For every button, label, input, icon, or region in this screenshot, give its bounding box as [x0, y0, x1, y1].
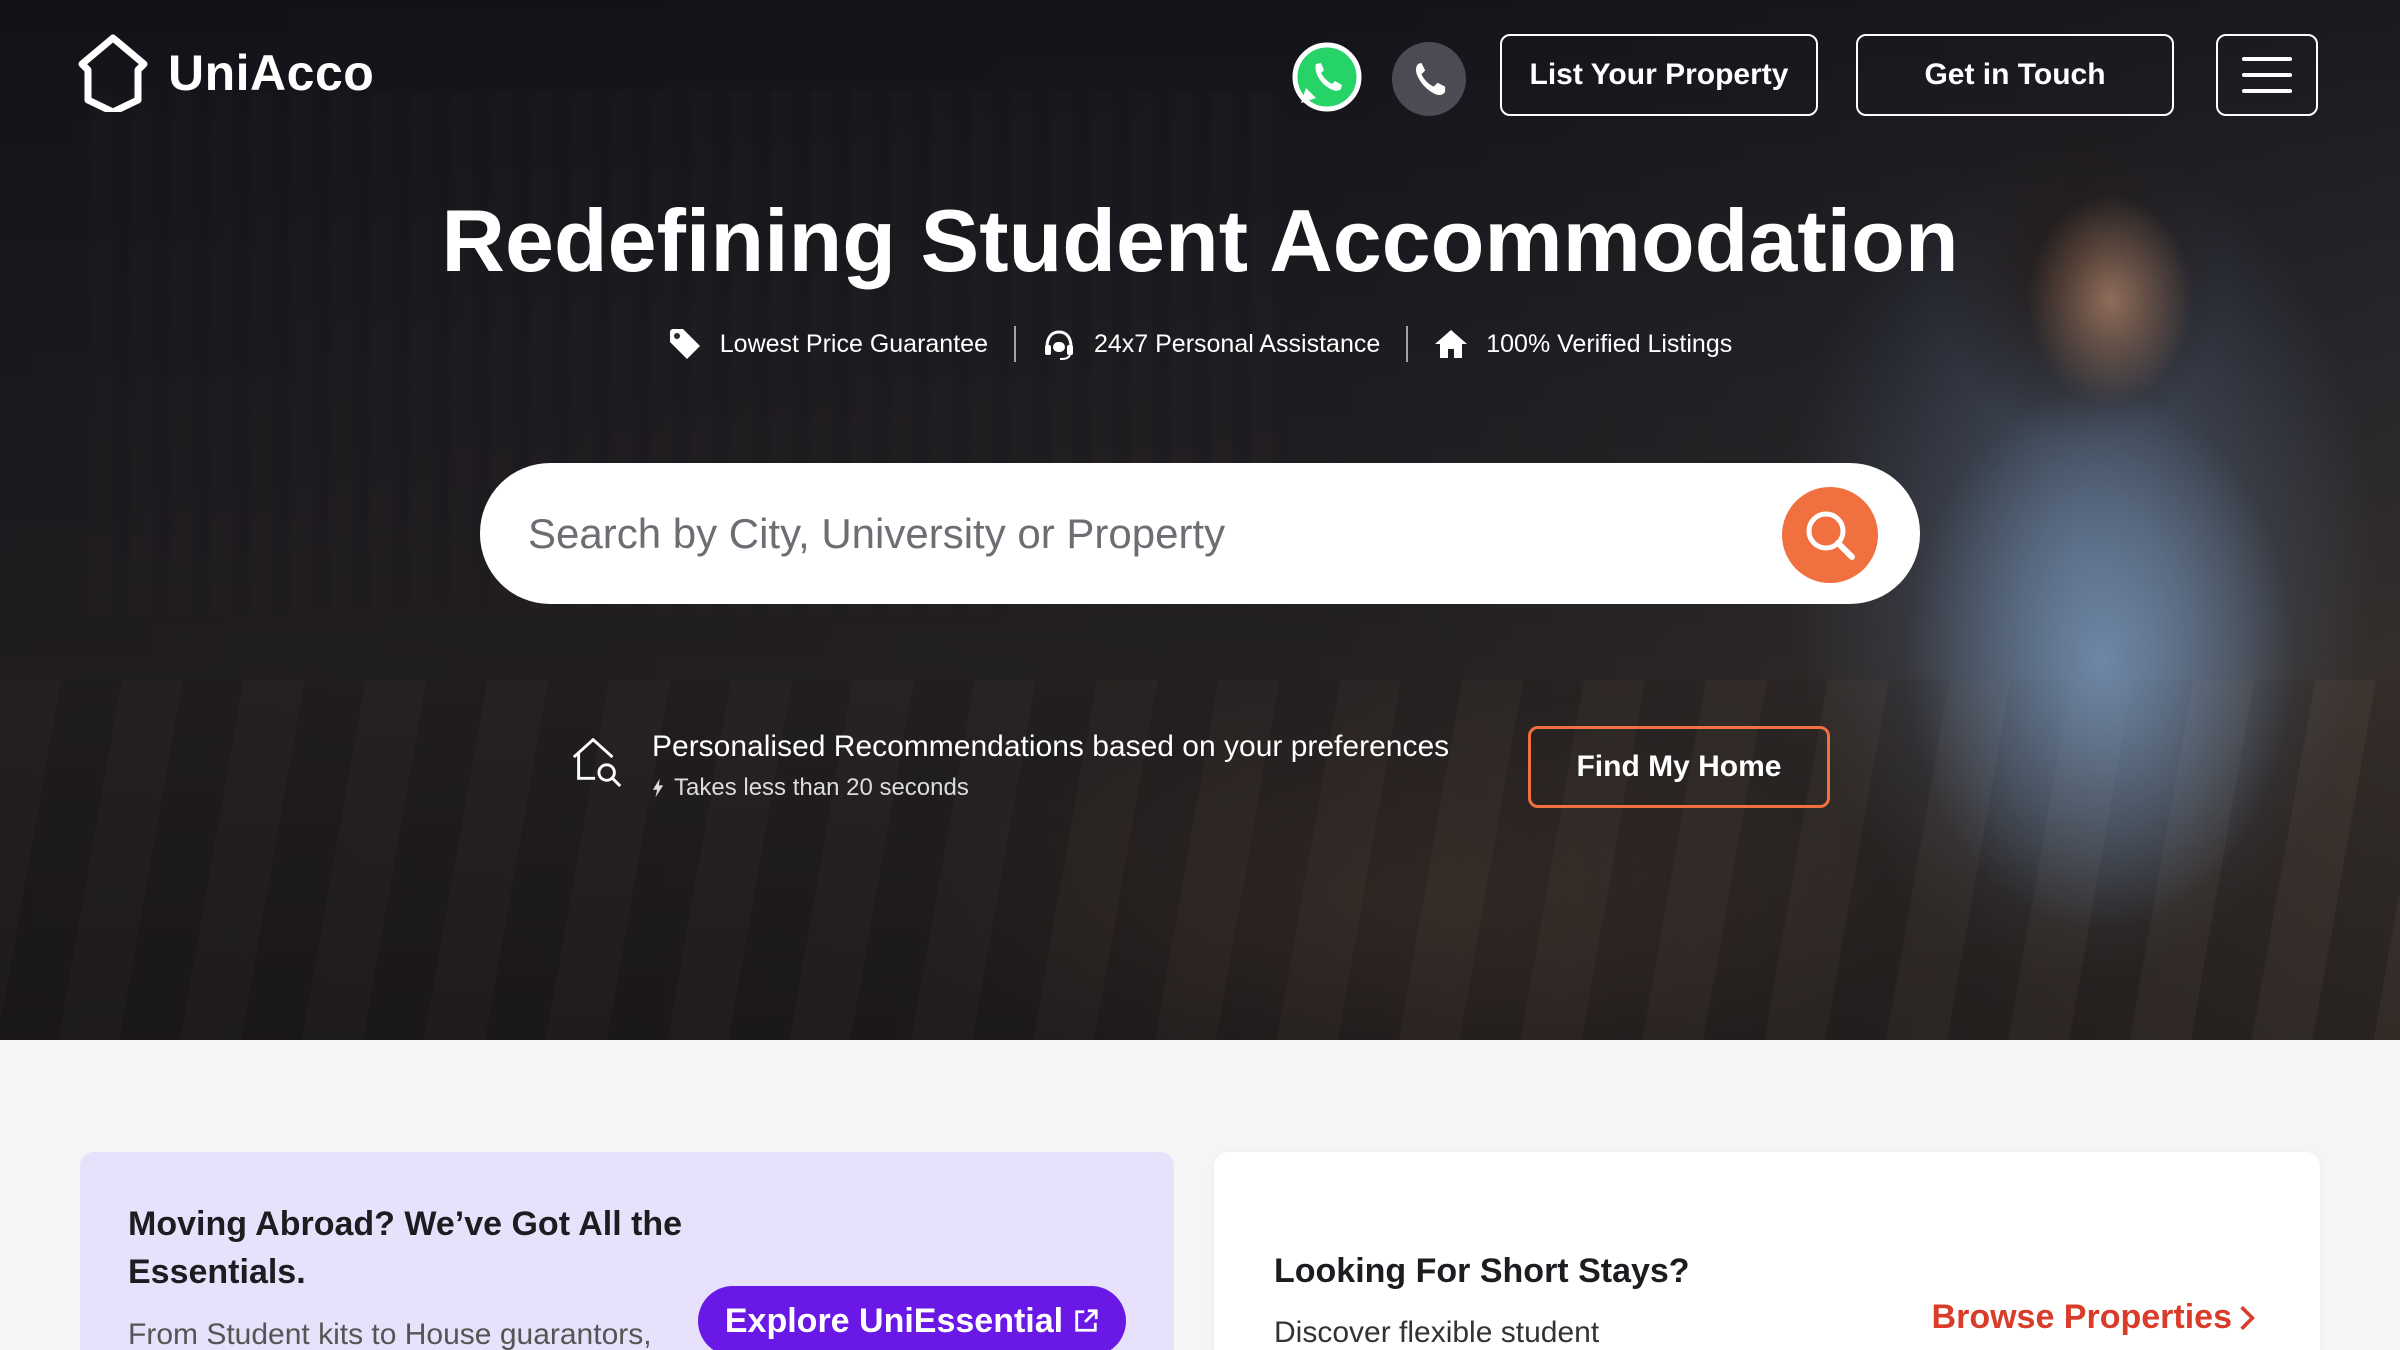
explore-label: Explore UniEssential: [724, 1301, 1064, 1340]
short-stays-title: Looking For Short Stays?: [1274, 1252, 1690, 1290]
home-logo-icon: [78, 34, 148, 112]
hamburger-menu-icon: [2242, 57, 2292, 93]
feature-divider: [1013, 326, 1016, 362]
lightning-icon: [652, 778, 664, 798]
recommendation-subtitle: Takes less than 20 seconds: [674, 774, 969, 801]
chevron-right-icon: [2240, 1305, 2255, 1330]
explore-uniessential-button[interactable]: Explore UniEssential: [698, 1286, 1126, 1350]
recommendation-title: Personalised Recommendations based on yo…: [652, 730, 1450, 763]
whatsapp-button[interactable]: [1290, 40, 1364, 114]
external-link-icon: [1075, 1309, 1098, 1332]
short-stays-card: Looking For Short Stays? Discover flexib…: [1214, 1152, 2320, 1350]
hero-title: Redefining Student Accommodation: [441, 191, 1959, 290]
short-stays-description: Discover flexible student: [1274, 1316, 1600, 1349]
feature-verified-listings: 100% Verified Listings: [1434, 327, 1732, 361]
logo[interactable]: UniAcco: [78, 34, 374, 112]
recommendation-subtitle-row: Takes less than 20 seconds: [652, 774, 1449, 802]
price-tag-icon: [669, 329, 700, 359]
browse-label: Browse Properties: [1931, 1298, 2232, 1336]
call-button[interactable]: [1392, 42, 1466, 116]
recommendation-text: Personalised Recommendations based on yo…: [652, 730, 1449, 802]
phone-icon: [1416, 62, 1446, 95]
headset-icon: [1044, 330, 1073, 360]
search-icon: [1806, 511, 1855, 560]
list-property-button[interactable]: List Your Property: [1500, 34, 1818, 116]
get-in-touch-button[interactable]: Get in Touch: [1856, 34, 2174, 116]
feature-label: Lowest Price Guarantee: [719, 329, 988, 358]
search-input[interactable]: [528, 509, 1728, 558]
recommendation-block: Personalised Recommendations based on yo…: [568, 730, 1449, 802]
essentials-title: Moving Abroad? We’ve Got All the Essenti…: [128, 1205, 683, 1291]
menu-button[interactable]: [2216, 34, 2318, 116]
essentials-description: From Student kits to House guarantors,: [128, 1318, 652, 1350]
brand-name: UniAcco: [168, 45, 375, 101]
feature-personal-assistance: 24x7 Personal Assistance: [1042, 327, 1380, 361]
feature-list: Lowest Price Guarantee 24x7 Personal Ass…: [0, 326, 2400, 362]
page: UniAcco List Your Property Get in Touch …: [0, 0, 2400, 1350]
hero-section: UniAcco List Your Property Get in Touch …: [0, 0, 2400, 1040]
feature-divider: [1406, 326, 1409, 362]
house-search-icon: [568, 730, 626, 792]
home-icon: [1435, 330, 1468, 358]
search-button[interactable]: [1782, 487, 1878, 583]
feature-label: 100% Verified Listings: [1486, 329, 1733, 358]
browse-properties-link[interactable]: Browse Properties: [1932, 1298, 2256, 1337]
search-bar: [480, 463, 1920, 604]
find-my-home-button[interactable]: Find My Home: [1528, 726, 1830, 808]
essentials-card: Moving Abroad? We’ve Got All the Essenti…: [80, 1152, 1174, 1350]
feature-lowest-price: Lowest Price Guarantee: [668, 327, 988, 361]
whatsapp-icon: [1292, 42, 1362, 112]
feature-label: 24x7 Personal Assistance: [1093, 329, 1381, 358]
